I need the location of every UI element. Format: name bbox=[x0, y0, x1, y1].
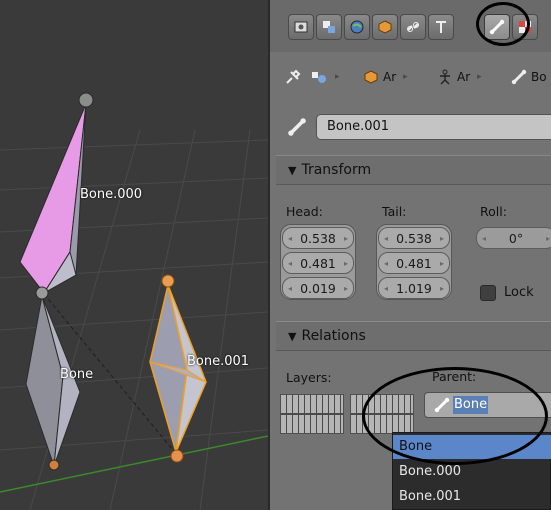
bone-layers-grid-left[interactable] bbox=[280, 394, 344, 434]
bone-icon bbox=[511, 69, 527, 85]
collapse-triangle-icon: ▼ bbox=[288, 164, 297, 177]
lock-label: Lock bbox=[504, 285, 534, 300]
relations-header-label: Relations bbox=[301, 328, 366, 344]
head-y-field[interactable]: ◂ 0.481 ▸ bbox=[282, 252, 354, 274]
head-x-value: 0.538 bbox=[300, 230, 336, 246]
pin-button[interactable] bbox=[284, 66, 302, 88]
object-icon bbox=[378, 20, 392, 34]
tab-render-layers[interactable] bbox=[316, 14, 342, 40]
collapse-triangle-icon: ▼ bbox=[288, 330, 297, 343]
bone-name-row: Bone.001 bbox=[270, 108, 551, 144]
bone-label: Bone.000 bbox=[80, 187, 143, 202]
tab-object[interactable] bbox=[372, 14, 398, 40]
pin-icon bbox=[286, 69, 301, 84]
lock-checkbox[interactable] bbox=[480, 285, 496, 301]
x-axis-line bbox=[0, 435, 268, 493]
breadcrumb-bone[interactable]: Bo bbox=[510, 66, 547, 88]
tail-z-field[interactable]: ◂ 1.019 ▸ bbox=[378, 277, 450, 299]
breadcrumb-scene[interactable]: ▸ bbox=[310, 66, 340, 88]
constraint-icon bbox=[407, 22, 419, 32]
annotation-circle-parent-field bbox=[362, 367, 548, 465]
breadcrumb-armature-label: Ar bbox=[457, 70, 471, 84]
tail-x-value: 0.538 bbox=[396, 230, 432, 246]
breadcrumb-object[interactable]: Ar ▸ bbox=[362, 66, 408, 88]
scene-icon bbox=[312, 72, 326, 83]
transform-panel-header[interactable]: ▼ Transform bbox=[276, 155, 551, 185]
tail-y-field[interactable]: ◂ 0.481 ▸ bbox=[378, 252, 450, 274]
tab-world[interactable] bbox=[344, 14, 370, 40]
head-z-field[interactable]: ◂ 0.019 ▸ bbox=[282, 277, 354, 299]
bone-icon bbox=[288, 118, 306, 136]
bone-label: Bone.001 bbox=[187, 354, 250, 369]
head-label: Head: bbox=[286, 204, 323, 219]
breadcrumb-object-label: Ar bbox=[383, 70, 397, 84]
roll-label: Roll: bbox=[480, 204, 507, 219]
world-icon bbox=[350, 20, 364, 34]
head-y-value: 0.481 bbox=[300, 255, 336, 271]
breadcrumb-bone-label: Bo bbox=[531, 70, 547, 84]
tail-z-value: 1.019 bbox=[396, 280, 432, 296]
tail-x-field[interactable]: ◂ 0.538 ▸ bbox=[378, 227, 450, 249]
relations-panel-header[interactable]: ▼ Relations bbox=[276, 321, 551, 351]
tail-y-value: 0.481 bbox=[396, 255, 432, 271]
annotation-circle-bone-tab bbox=[476, 2, 530, 46]
render-icon bbox=[294, 21, 308, 33]
transform-header-label: Transform bbox=[301, 162, 372, 178]
breadcrumb-armature[interactable]: Ar ▸ bbox=[436, 66, 482, 88]
viewport-canvas bbox=[0, 92, 268, 510]
head-x-field[interactable]: ◂ 0.538 ▸ bbox=[282, 227, 354, 249]
layers-label: Layers: bbox=[286, 370, 332, 385]
tail-label: Tail: bbox=[382, 204, 407, 219]
3d-viewport[interactable]: Bone.000 Bone Bone.001 bbox=[0, 0, 268, 510]
tab-modifier[interactable] bbox=[428, 14, 454, 40]
modifier-icon bbox=[436, 21, 446, 33]
context-breadcrumb: ▸ Ar ▸ Ar ▸ Bo bbox=[270, 60, 551, 94]
head-z-value: 0.019 bbox=[300, 280, 336, 296]
dropdown-option-bone-001[interactable]: Bone.001 bbox=[393, 485, 551, 509]
tab-render[interactable] bbox=[288, 14, 314, 40]
bone-label: Bone bbox=[60, 367, 94, 382]
roll-field[interactable]: ◂ 0° ▸ bbox=[476, 227, 551, 249]
armature-icon bbox=[440, 69, 450, 85]
render-layers-icon bbox=[323, 21, 335, 33]
bone-name-field[interactable]: Bone.001 bbox=[316, 114, 551, 140]
roll-value: 0° bbox=[508, 230, 524, 246]
tab-constraint[interactable] bbox=[400, 14, 426, 40]
object-cube-icon bbox=[364, 70, 378, 84]
